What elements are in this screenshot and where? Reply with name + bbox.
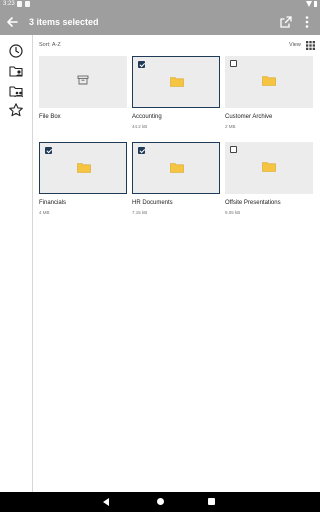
item-name: Customer Archive: [225, 114, 273, 120]
file-browser: Sort: A-Z View File Box Accounting 44.2 …: [33, 35, 320, 492]
folder-icon: [77, 163, 91, 173]
item-name: HR Documents: [132, 200, 173, 206]
notification-icon: [17, 1, 22, 7]
back-arrow-icon[interactable]: [3, 13, 21, 31]
select-checkbox[interactable]: [138, 147, 145, 154]
status-bar: 3:23: [0, 0, 320, 9]
view-label[interactable]: View: [289, 42, 301, 48]
selection-count-title: 3 items selected: [29, 17, 99, 27]
sort-bar: Sort: A-Z View: [33, 35, 320, 55]
item-size: 44.2 kB: [132, 124, 148, 129]
system-home-icon[interactable]: [157, 498, 164, 505]
folder-icon: [170, 163, 184, 173]
item-name: Offsite Presentations: [225, 200, 281, 206]
item-name: Accounting: [132, 114, 162, 120]
system-back-icon[interactable]: [103, 498, 109, 506]
battery-icon: [314, 1, 317, 7]
item-size: 4 MB: [39, 210, 50, 215]
app-bar: 3 items selected: [0, 9, 320, 35]
folder-shared-icon[interactable]: [7, 82, 25, 100]
system-recents-icon[interactable]: [208, 498, 215, 505]
folder-user-icon[interactable]: [7, 62, 25, 80]
item-thumbnail[interactable]: [132, 142, 220, 194]
item-size: 9.05 kB: [225, 210, 241, 215]
item-size: 7.15 kB: [132, 210, 148, 215]
item-thumbnail[interactable]: [225, 56, 313, 108]
select-checkbox[interactable]: [230, 60, 237, 67]
item-thumbnail[interactable]: [225, 142, 313, 194]
select-checkbox[interactable]: [230, 146, 237, 153]
star-icon[interactable]: [7, 101, 25, 119]
folder-icon: [262, 76, 276, 86]
item-thumbnail[interactable]: [39, 142, 127, 194]
app-root: 3:23 3 items selected Sort: A-Z View Fil…: [0, 0, 320, 512]
folder-icon: [170, 77, 184, 87]
grid-view-icon[interactable]: [306, 41, 315, 50]
status-system-icons: [306, 1, 317, 7]
item-thumbnail[interactable]: [132, 56, 220, 108]
notification-icon: [25, 1, 30, 7]
status-time: 3:23: [3, 1, 15, 7]
select-checkbox[interactable]: [45, 147, 52, 154]
clock-icon[interactable]: [7, 42, 25, 60]
sort-dropdown[interactable]: Sort: A-Z: [39, 42, 61, 48]
select-checkbox[interactable]: [138, 61, 145, 68]
item-size: 2 MB: [225, 124, 236, 129]
folder-icon: [262, 162, 276, 172]
system-navigation-bar: [0, 492, 320, 512]
more-vert-icon[interactable]: [299, 13, 315, 31]
side-nav: [0, 35, 33, 492]
item-thumbnail[interactable]: [39, 56, 127, 108]
wifi-icon: [306, 1, 312, 7]
share-icon[interactable]: [277, 13, 295, 31]
archive-box-icon: [77, 75, 89, 85]
item-name: Financials: [39, 200, 67, 206]
item-name: File Box: [39, 114, 61, 120]
status-notification-icons: [17, 1, 30, 7]
